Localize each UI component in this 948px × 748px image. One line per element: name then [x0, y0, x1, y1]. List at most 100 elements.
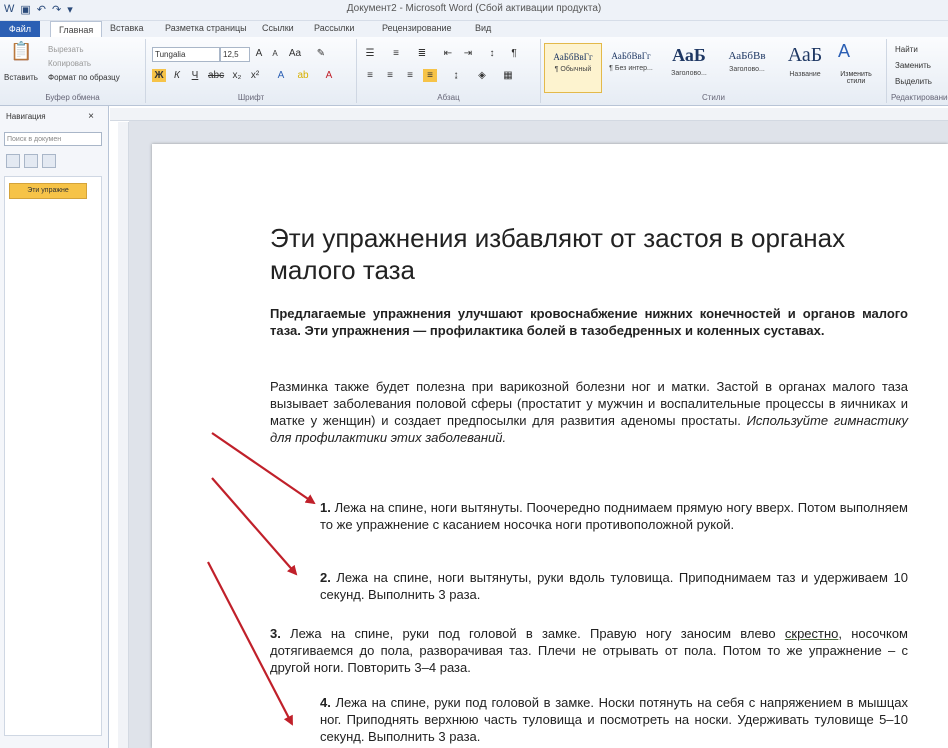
style-title[interactable]: АаБ Название [777, 43, 833, 91]
bullets-icon[interactable]: ☰ [363, 47, 377, 60]
font-size-select[interactable]: 12,5 [220, 47, 250, 62]
change-styles-button[interactable]: Изменить стили [833, 71, 879, 85]
style-name: Заголово... [729, 66, 765, 73]
navigation-title: Навигация [6, 112, 46, 121]
tab-insert[interactable]: Вставка [110, 23, 143, 33]
styles-group-label: Стили [701, 93, 726, 102]
document-heading: Эти упражнения избавляют от застоя в орг… [270, 223, 846, 285]
ribbon: 📋 Вставить Вырезать Копировать Формат по… [0, 37, 948, 106]
font-group: Tungalia 12,5 A A Aa ✎ Ж К Ч abc x₂ x² A… [146, 39, 357, 103]
item-number: 4. [320, 695, 331, 710]
align-center-icon[interactable]: ≡ [383, 69, 397, 82]
exercise-item-1: 1. Лежа на спине, ноги вытянуты. Поочере… [320, 499, 908, 533]
style-preview: АаБбВвГг [611, 51, 651, 61]
headings-view-icon[interactable] [6, 154, 20, 168]
sort-icon[interactable]: ↕ [485, 47, 499, 60]
style-name: Название [789, 71, 821, 78]
shading-icon[interactable]: ◈ [475, 69, 489, 82]
style-normal[interactable]: АаБбВвГг ¶ Обычный [544, 43, 602, 93]
vertical-ruler[interactable] [118, 122, 129, 748]
editing-group-label: Редактирование [891, 93, 948, 102]
style-preview: АаБбВвГг [553, 52, 593, 62]
style-name: Заголово... [671, 70, 707, 77]
font-color-icon[interactable]: A [322, 69, 336, 82]
paste-icon[interactable]: 📋 [10, 42, 32, 69]
strikethrough-icon[interactable]: abc [208, 69, 224, 82]
align-left-icon[interactable]: ≡ [363, 69, 377, 82]
tab-mailings[interactable]: Рассылки [314, 23, 354, 33]
align-right-icon[interactable]: ≡ [403, 69, 417, 82]
justify-icon[interactable]: ≡ [423, 69, 437, 82]
superscript-icon[interactable]: x² [248, 69, 262, 82]
increase-indent-icon[interactable]: ⇥ [461, 47, 475, 60]
tab-references[interactable]: Ссылки [262, 23, 294, 33]
cut-button[interactable]: Вырезать [48, 45, 84, 54]
close-icon[interactable]: × [84, 110, 98, 123]
clipboard-group-label: Буфер обмена [45, 93, 100, 102]
style-heading-1[interactable]: АаБ Заголово... [661, 43, 717, 91]
font-group-label: Шрифт [237, 93, 265, 102]
paragraph-group-label: Абзац [437, 93, 460, 102]
item-text: Лежа на спине, ноги вытянуты. Поочередно… [320, 500, 908, 532]
results-view-icon[interactable] [42, 154, 56, 168]
tab-home[interactable]: Главная [50, 21, 103, 38]
clear-format-icon[interactable]: ✎ [314, 47, 328, 60]
item-number: 2. [320, 570, 331, 585]
tab-review[interactable]: Рецензирование [382, 23, 452, 33]
numbering-icon[interactable]: ≡ [389, 47, 403, 60]
navigation-search-input[interactable]: Поиск в докумен [4, 132, 102, 146]
tab-page-layout[interactable]: Разметка страницы [165, 23, 247, 33]
item-text: Лежа на спине, руки под головой в замке.… [320, 695, 908, 744]
style-name: ¶ Без интер... [609, 65, 653, 72]
grow-font-icon[interactable]: A [252, 47, 266, 60]
clipboard-group: 📋 Вставить Вырезать Копировать Формат по… [0, 39, 146, 103]
window-title: Документ2 - Microsoft Word (Сбой активац… [346, 3, 602, 14]
style-heading-2[interactable]: АаБбВв Заголово... [719, 43, 775, 91]
shrink-font-icon[interactable]: A [268, 47, 282, 60]
style-no-spacing[interactable]: АаБбВвГг ¶ Без интер... [603, 43, 659, 91]
item-text: Лежа на спине, ноги вытянуты, руки вдоль… [320, 570, 908, 602]
exercise-item-3: 3. Лежа на спине, руки под головой в зам… [270, 625, 908, 676]
decrease-indent-icon[interactable]: ⇤ [441, 47, 455, 60]
navigation-heading-item[interactable]: Эти упражне [9, 183, 87, 199]
ribbon-tabs: Файл Главная Вставка Разметка страницы С… [0, 21, 948, 38]
font-name-select[interactable]: Tungalia [152, 47, 220, 62]
copy-button[interactable]: Копировать [48, 59, 91, 68]
tab-file[interactable]: Файл [0, 21, 40, 37]
find-button[interactable]: Найти [895, 45, 918, 54]
paragraph-group: ☰ ≡ ≣ ⇤ ⇥ ↕ ¶ ≡ ≡ ≡ ≡ ↨ ◈ ▦ Абзац [357, 39, 541, 103]
replace-button[interactable]: Заменить [895, 61, 931, 70]
bold-icon[interactable]: Ж [152, 69, 166, 82]
change-styles-icon[interactable]: A [837, 42, 851, 60]
style-preview: АаБ [787, 44, 823, 66]
text-effects-icon[interactable]: A [274, 69, 288, 82]
style-preview: АаБ [672, 45, 706, 65]
body-paragraph: Разминка также будет полезна при варикоз… [270, 378, 908, 446]
subscript-icon[interactable]: x₂ [230, 69, 244, 82]
pages-view-icon[interactable] [24, 154, 38, 168]
borders-icon[interactable]: ▦ [501, 69, 515, 82]
show-marks-icon[interactable]: ¶ [507, 47, 521, 60]
navigation-view-tabs [6, 154, 56, 168]
format-painter-button[interactable]: Формат по образцу [48, 73, 120, 82]
paste-button[interactable]: Вставить [4, 73, 38, 82]
title-bar: W ▣ ↶ ↷ ▾ Документ2 - Microsoft Word (Сб… [0, 0, 948, 21]
italic-icon[interactable]: К [170, 69, 184, 82]
select-button[interactable]: Выделить [895, 77, 932, 86]
exercise-item-2: 2. Лежа на спине, ноги вытянуты, руки вд… [320, 569, 908, 603]
tab-view[interactable]: Вид [475, 23, 491, 33]
underline-icon[interactable]: Ч [188, 69, 202, 82]
styles-group: АаБбВвГг ¶ Обычный АаБбВвГг ¶ Без интер.… [541, 39, 887, 103]
style-name: ¶ Обычный [554, 66, 592, 73]
navigation-pane: Навигация × Поиск в докумен Эти упражне [0, 106, 109, 748]
exercise-item-4: 4. Лежа на спине, руки под головой в зам… [320, 694, 908, 745]
multilevel-list-icon[interactable]: ≣ [415, 47, 429, 60]
item-text-underlined: скрестно [784, 626, 839, 641]
change-case-icon[interactable]: Aa [288, 47, 302, 60]
item-number: 1. [320, 500, 331, 515]
document-page[interactable]: Эти упражнения избавляют от застоя в орг… [152, 144, 948, 748]
horizontal-ruler[interactable] [110, 108, 948, 121]
line-spacing-icon[interactable]: ↨ [449, 69, 463, 82]
highlight-icon[interactable]: ab [296, 69, 310, 82]
item-text: Лежа на спине, руки под головой в замке.… [290, 626, 785, 641]
